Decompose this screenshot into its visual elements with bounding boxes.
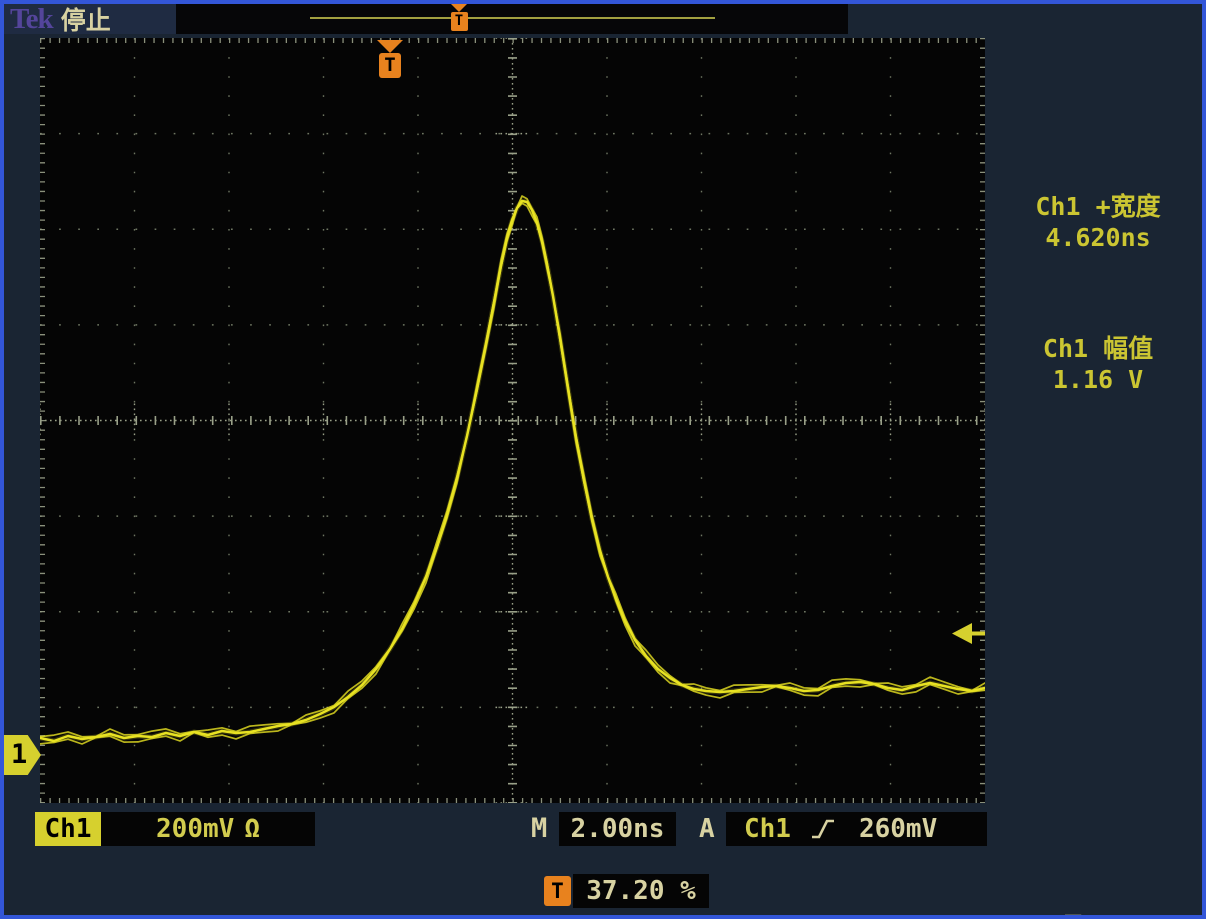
measurement-label: Ch1 幅值 [995,333,1201,364]
measurement-ch1-width: Ch1 +宽度 4.620ns [995,191,1201,253]
trigger-readout[interactable]: Ch1 260mV [726,812,987,846]
vertical-scale: 200mV [156,814,234,844]
record-view-line [310,17,715,19]
measurement-label: Ch1 +宽度 [995,191,1201,222]
trigger-t-icon: T [379,53,401,78]
measurement-ch1-amplitude: Ch1 幅值 1.16 V [995,333,1201,395]
graticule: T [40,38,985,803]
trigger-position-readout[interactable]: 37.20 % [573,874,709,908]
trigger-position-marker[interactable]: T [377,40,403,78]
record-view-bar: T [176,4,848,34]
date-text: 10 1月 2019 [1000,912,1204,919]
rising-edge-icon [811,818,835,840]
measurement-value: 4.620ns [995,222,1201,253]
trigger-level: 260mV [859,814,937,844]
ch1-waveform-trace [40,38,985,803]
oscilloscope-screen: Tek 停止 T T 1 Ch1 +宽度 4.620ns Ch1 幅值 1.1 [0,0,1206,919]
trigger-t-icon: T [451,12,468,31]
header: Tek 停止 [4,4,176,34]
trigger-source: Ch1 [744,814,791,844]
impedance-omega-icon: Ω [244,814,260,844]
acquisition-status: 停止 [61,1,111,37]
channel1-scale-readout[interactable]: 200mV Ω [101,812,315,846]
timebase-readout[interactable]: 2.00ns [559,812,676,846]
tek-logo: Tek [10,3,53,36]
channel1-marker-label: 1 [11,739,27,770]
datetime: 10 1月 2019 03:53:58 [1000,852,1204,919]
trigger-label: A [699,812,715,846]
triangle-down-icon [377,40,403,53]
channel1-ground-marker[interactable]: 1 [2,735,41,775]
trigger-t-icon: T [544,876,571,906]
timebase-label: M [531,812,547,846]
trigger-position-marker-small[interactable]: T [450,4,468,31]
triangle-down-icon [451,4,467,12]
measurement-value: 1.16 V [995,364,1201,395]
trigger-level-arrow-icon[interactable] [952,621,985,646]
channel1-badge[interactable]: Ch1 [35,812,101,846]
